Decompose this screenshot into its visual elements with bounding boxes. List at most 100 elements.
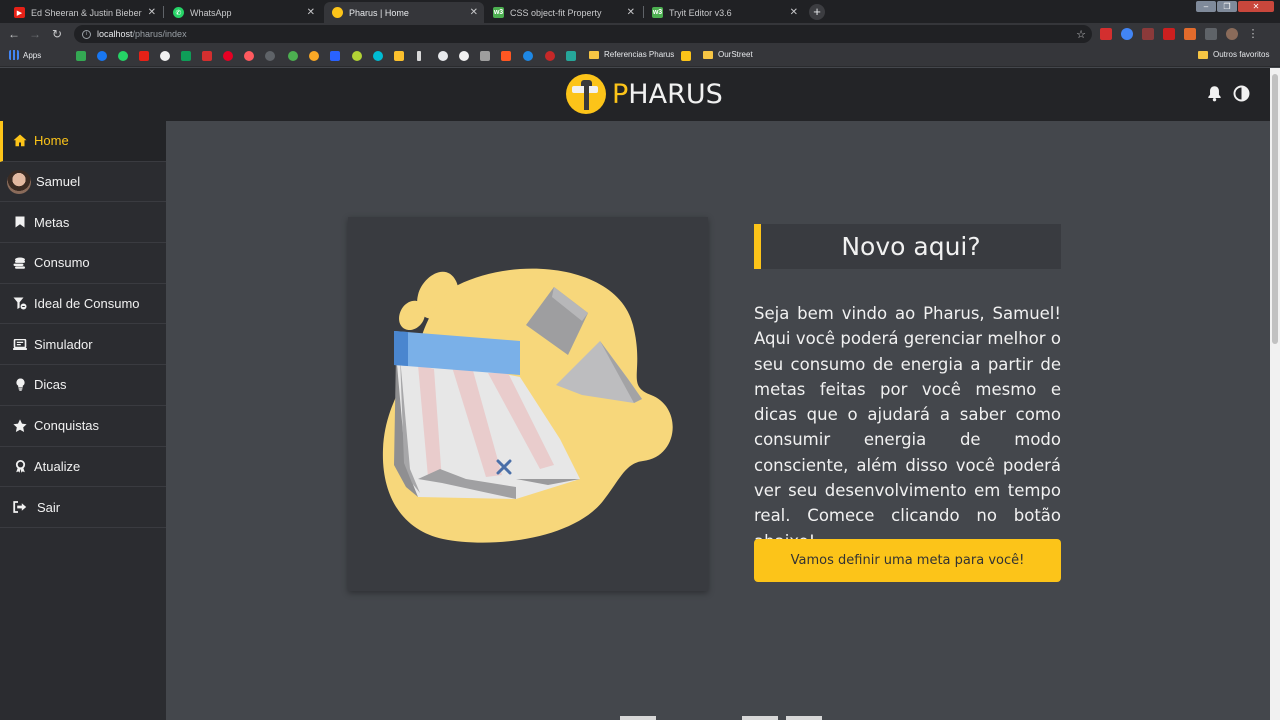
bookmark-star-icon[interactable]: ☆ [1076, 28, 1086, 41]
tab-title: Tryit Editor v3.6 [669, 7, 732, 18]
bookmark-icon[interactable] [566, 51, 576, 61]
figma-icon[interactable] [501, 51, 511, 61]
sidebar-item-conquistas[interactable]: Conquistas [0, 406, 166, 447]
taskbar-hint [620, 716, 656, 720]
bookmark-folder-ourstreet[interactable]: OurStreet [703, 50, 753, 59]
drive-icon[interactable] [181, 51, 191, 61]
back-button[interactable]: ← [5, 25, 23, 43]
close-icon[interactable]: ✕ [627, 7, 635, 18]
bookmark-label: Referencias Pharus [604, 50, 675, 59]
sidebar-item-atualize[interactable]: Atualize [0, 447, 166, 488]
bookmark-icon[interactable] [394, 51, 404, 61]
pinterest-icon[interactable] [223, 51, 233, 61]
youtube-extension-icon[interactable] [1163, 28, 1175, 40]
sidebar-item-metas[interactable]: Metas [0, 202, 166, 244]
bookmark-icon[interactable] [459, 51, 469, 61]
sidebar-item-dicas[interactable]: Dicas [0, 365, 166, 406]
sidebar-item-samuel[interactable]: Samuel [0, 162, 166, 203]
youtube-icon[interactable] [139, 51, 149, 61]
welcome-message: Seja bem vindo ao Pharus, Samuel! Aqui v… [754, 304, 1061, 551]
bookmark-icon[interactable] [330, 51, 340, 61]
bookmark-icon[interactable] [417, 51, 421, 61]
adblock-extension-icon[interactable] [1100, 28, 1112, 40]
maximize-button[interactable]: ❐ [1217, 1, 1237, 12]
bookmark-icon[interactable] [545, 51, 555, 61]
bookmark-icon[interactable] [76, 51, 86, 61]
sidebar-item-home[interactable]: Home [0, 121, 166, 162]
sidebar-item-label: Home [34, 133, 69, 149]
sidebar-item-label: Metas [34, 214, 70, 230]
office-extension-icon[interactable] [1184, 28, 1196, 40]
bell-icon[interactable] [1206, 85, 1223, 102]
browser-tab-youtube[interactable]: ▶ Ed Sheeran & Justin Bieber - I Do ✕ [6, 2, 162, 23]
close-icon[interactable]: ✕ [790, 7, 798, 18]
bookmark-icon[interactable] [244, 51, 254, 61]
lighthouse-logo-icon [566, 74, 606, 114]
browser-tab-css-object-fit[interactable]: w3 CSS object-fit Property ✕ [485, 2, 641, 23]
new-tab-button[interactable]: + [809, 4, 825, 20]
page-scrollbar[interactable] [1270, 68, 1280, 720]
page-title: Novo aqui? [841, 232, 981, 261]
home-icon [13, 134, 27, 148]
sidebar-item-consumo[interactable]: Consumo [0, 243, 166, 284]
bookmark-apps[interactable]: Apps [9, 50, 41, 60]
minimize-button[interactable]: – [1196, 1, 1216, 12]
sidebar-item-label: Sair [37, 499, 61, 515]
pharus-favicon-icon [332, 7, 343, 18]
browser-tab-bar: ▶ Ed Sheeran & Justin Bieber - I Do ✕ ✆ … [0, 0, 1280, 23]
bookmark-label: Outros favoritos [1213, 50, 1270, 59]
bookmark-icon[interactable] [288, 51, 298, 61]
close-icon[interactable]: ✕ [148, 7, 156, 18]
bookmark-icon[interactable] [480, 51, 490, 61]
address-bar[interactable]: i localhost/pharus/index ☆ [74, 25, 1092, 43]
whatsapp-icon[interactable] [118, 51, 128, 61]
translate-extension-icon[interactable] [1121, 28, 1133, 40]
welcome-title-bar: Novo aqui? [754, 224, 1061, 269]
bookmark-icon[interactable] [265, 51, 275, 61]
close-icon[interactable]: ✕ [470, 7, 478, 18]
reading-list-icon[interactable] [1205, 28, 1217, 40]
bookmark-folder-referencias[interactable]: Referencias Pharus [589, 50, 674, 59]
close-icon[interactable]: ✕ [307, 7, 315, 18]
taskbar-hint [742, 716, 778, 720]
bookmark-other-favorites[interactable]: Outros favoritos [1198, 50, 1269, 59]
folder-icon [703, 50, 713, 59]
bookmark-icon[interactable] [309, 51, 319, 61]
define-goal-button[interactable]: Vamos definir uma meta para você! [754, 539, 1061, 582]
bookmark-label: OurStreet [718, 50, 753, 59]
sidebar-item-sair[interactable]: Sair [0, 487, 166, 528]
apps-grid-icon [9, 50, 19, 60]
forward-button[interactable]: → [26, 25, 44, 43]
window-close-button[interactable]: ✕ [1238, 1, 1274, 12]
reload-button[interactable]: ↻ [48, 25, 66, 43]
menu-dots-icon[interactable]: ⋮ [1247, 28, 1259, 40]
github-icon[interactable] [438, 51, 448, 61]
bookmark-icon[interactable] [352, 51, 362, 61]
whatsapp-icon: ✆ [173, 7, 184, 18]
pdf-extension-icon[interactable] [1142, 28, 1154, 40]
bookmark-icon[interactable] [202, 51, 212, 61]
browser-tab-whatsapp[interactable]: ✆ WhatsApp ✕ [165, 2, 321, 23]
info-icon[interactable]: i [82, 29, 91, 39]
bookmark-icon[interactable] [681, 51, 691, 61]
address-path: /pharus/index [132, 29, 187, 39]
extension-icons: ⋮ [1100, 28, 1259, 40]
scrollbar-thumb[interactable] [1272, 74, 1278, 344]
sidebar-item-label: Consumo [34, 255, 90, 271]
illustration-card [348, 217, 708, 591]
pharus-logo[interactable]: PHARUS [566, 74, 723, 114]
tab-separator [163, 6, 164, 18]
browser-tab-tryit-editor[interactable]: w3 Tryit Editor v3.6 ✕ [644, 2, 804, 23]
bookmark-icon[interactable] [373, 51, 383, 61]
contrast-toggle-icon[interactable] [1233, 85, 1250, 102]
profile-avatar[interactable] [1226, 28, 1238, 40]
google-icon[interactable] [160, 51, 170, 61]
browser-tab-pharus[interactable]: Pharus | Home ✕ [324, 2, 484, 23]
logo-wordmark: PHARUS [612, 78, 723, 110]
sidebar-item-ideal-de-consumo[interactable]: Ideal de Consumo [0, 284, 166, 325]
w3schools-icon: w3 [493, 7, 504, 18]
facebook-icon[interactable] [97, 51, 107, 61]
bookmark-icon[interactable] [523, 51, 533, 61]
sidebar-item-simulador[interactable]: Simulador [0, 324, 166, 366]
lightbulb-icon [13, 378, 27, 392]
